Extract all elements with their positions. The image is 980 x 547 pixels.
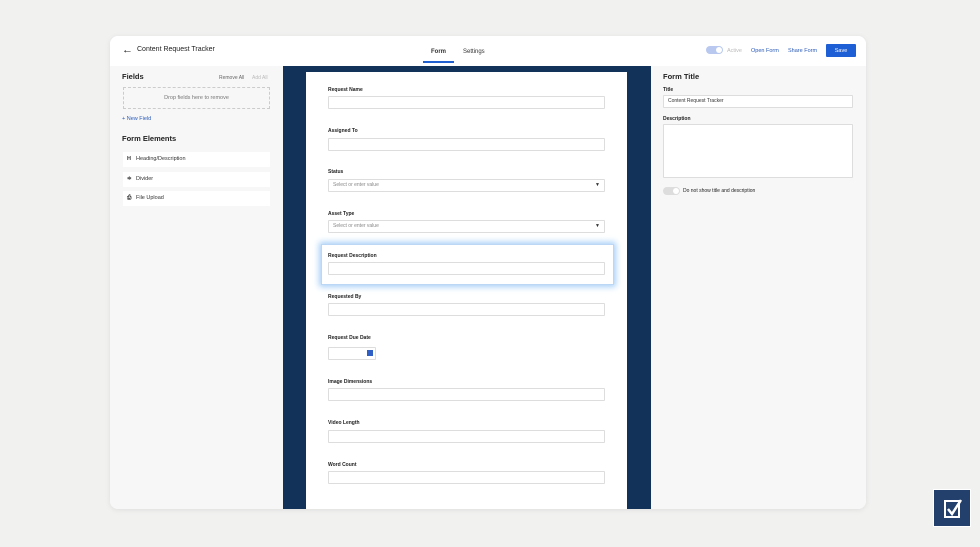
checkmark-logo-icon [944, 499, 963, 518]
assigned-to-input[interactable] [328, 138, 605, 151]
hide-title-toggle[interactable] [663, 187, 680, 195]
heading-icon: H [127, 156, 131, 162]
active-toggle[interactable] [706, 46, 723, 54]
paperclip-icon: ⎙ [127, 195, 132, 201]
hide-title-label: Do not show title and description [683, 188, 756, 194]
requested-by-input[interactable] [328, 303, 605, 316]
request-description-input[interactable] [328, 262, 605, 275]
brand-logo [933, 489, 971, 527]
title-input[interactable]: Content Request Tracker [663, 95, 853, 108]
element-file-upload[interactable]: ⎙ File Upload [123, 191, 270, 206]
properties-panel: Form Title Title Content Request Tracker… [651, 66, 866, 509]
divider-icon: ≑ [127, 176, 132, 182]
status-select[interactable]: Select or enter value ▼ [328, 179, 605, 192]
field-label: Status [328, 169, 344, 175]
select-placeholder: Select or enter value [333, 182, 379, 188]
video-length-input[interactable] [328, 430, 605, 443]
form-elements-heading: Form Elements [122, 134, 177, 143]
open-form-link[interactable]: Open Form [751, 48, 779, 54]
element-label: Divider [136, 176, 154, 182]
form-name: Content Request Tracker [137, 46, 215, 53]
new-field-link[interactable]: + New Field [122, 116, 151, 122]
active-label: Active [727, 48, 742, 54]
select-placeholder: Select or enter value [333, 223, 379, 229]
word-count-input[interactable] [328, 471, 605, 484]
field-label: Requested By [328, 294, 362, 300]
element-label: File Upload [136, 195, 164, 201]
due-date-input[interactable] [328, 347, 376, 360]
image-dimensions-input[interactable] [328, 388, 605, 401]
form-preview: Request Name Assigned To Status Select o… [306, 72, 627, 509]
element-heading-description[interactable]: H Heading/Description [123, 152, 270, 167]
description-label: Description [663, 116, 691, 122]
app-window: ← Content Request Tracker Form Settings … [110, 36, 866, 509]
field-label: Video Length [328, 420, 360, 426]
back-arrow-icon[interactable]: ← [122, 44, 133, 56]
form-canvas: Request Name Assigned To Status Select o… [283, 66, 651, 509]
header: ← Content Request Tracker Form Settings … [110, 36, 866, 66]
description-textarea[interactable] [663, 124, 853, 178]
request-name-input[interactable] [328, 96, 605, 109]
field-label: Asset Type [328, 211, 355, 217]
asset-type-select[interactable]: Select or enter value ▼ [328, 220, 605, 233]
save-button[interactable]: Save [826, 44, 856, 57]
remove-all-link[interactable]: Remove All [219, 75, 244, 81]
field-label: Request Description [328, 253, 377, 259]
title-label: Title [663, 87, 674, 93]
tab-form[interactable]: Form [423, 49, 454, 63]
field-label: Image Dimensions [328, 379, 373, 385]
tab-settings[interactable]: Settings [463, 49, 485, 55]
field-label: Word Count [328, 462, 357, 468]
element-label: Heading/Description [136, 156, 186, 162]
field-label: Request Name [328, 87, 363, 93]
calendar-icon[interactable] [367, 350, 373, 356]
drop-zone[interactable]: Drop fields here to remove [123, 87, 270, 109]
caret-down-icon: ▼ [595, 223, 600, 229]
share-form-link[interactable]: Share Form [788, 48, 817, 54]
form-title-heading: Form Title [663, 72, 700, 81]
caret-down-icon: ▼ [595, 182, 600, 188]
fields-panel: Fields Remove All Add All Drop fields he… [110, 66, 283, 509]
element-divider[interactable]: ≑ Divider [123, 172, 270, 187]
field-label: Assigned To [328, 128, 358, 134]
field-label: Request Due Date [328, 335, 371, 341]
fields-heading: Fields [122, 72, 144, 81]
add-all-link[interactable]: Add All [252, 75, 268, 81]
